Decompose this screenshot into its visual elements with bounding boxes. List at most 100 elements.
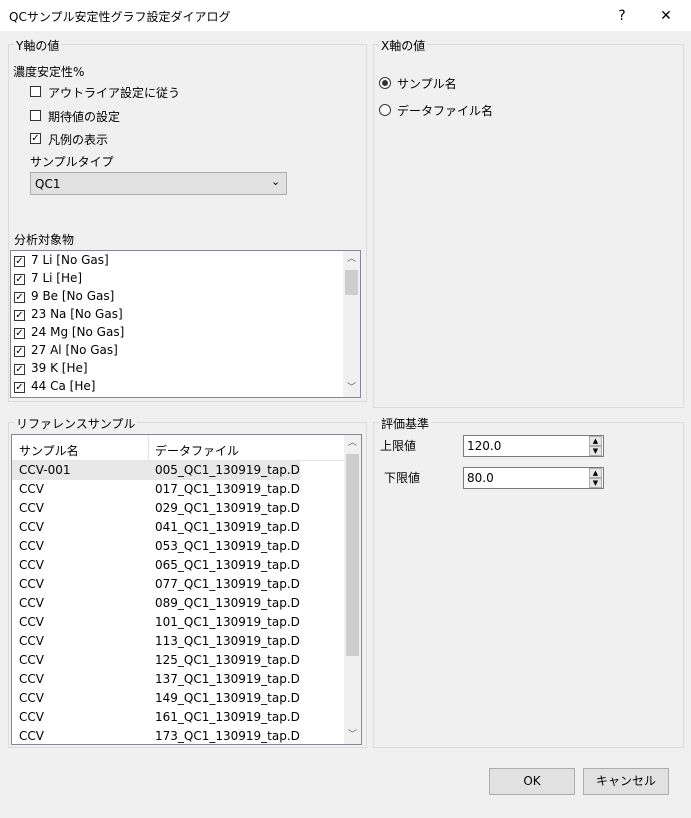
chevron-down-icon: ⌄ (271, 175, 281, 188)
lower-limit-value[interactable]: 80.0 (467, 471, 494, 485)
sample-name-cell: CCV (19, 615, 44, 629)
analyte-label: 44 Ca [He] (31, 379, 96, 393)
radio-button[interactable] (379, 77, 391, 89)
spin-up-icon[interactable]: ▲ (589, 468, 602, 478)
table-row[interactable]: CCV 017_QC1_130919_tap.D (12, 480, 300, 499)
data-file-cell: 029_QC1_130919_tap.D (155, 501, 300, 515)
checkbox[interactable]: ✓ (14, 310, 25, 321)
column-divider[interactable] (148, 435, 149, 460)
data-file-cell: 053_QC1_130919_tap.D (155, 539, 300, 553)
checkbox[interactable]: ✓ (14, 382, 25, 393)
scroll-up-icon[interactable]: ︿ (344, 435, 361, 452)
data-file-cell: 113_QC1_130919_tap.D (155, 634, 300, 648)
radio-button[interactable] (379, 104, 391, 116)
table-row[interactable]: CCV 161_QC1_130919_tap.D (12, 708, 300, 727)
column-header-data-file[interactable]: データファイル (155, 442, 239, 459)
sample-name-cell: CCV (19, 710, 44, 724)
sample-name-cell: CCV (19, 729, 44, 743)
analytes-list[interactable]: ✓ 7 Li [No Gas] ✓ 7 Li [He] ✓ 9 Be [No Gas] ✓ 2… (10, 250, 361, 398)
sample-type-dropdown[interactable]: QC1 ⌄ (30, 172, 287, 195)
reference-scroll-thumb[interactable] (346, 454, 359, 656)
table-row[interactable]: CCV 113_QC1_130919_tap.D (12, 632, 300, 651)
analyte-label: 24 Mg [No Gas] (31, 325, 125, 339)
column-header-sample-name[interactable]: サンプル名 (19, 442, 79, 459)
lower-limit-label: 下限値 (384, 471, 421, 485)
sample-name-cell: CCV-001 (19, 463, 71, 477)
data-file-cell: 065_QC1_130919_tap.D (155, 558, 300, 572)
upper-limit-value[interactable]: 120.0 (467, 439, 501, 453)
table-row[interactable]: CCV 149_QC1_130919_tap.D (12, 689, 300, 708)
criteria-group-label: 評価基準 (379, 415, 432, 432)
spin-down-icon[interactable]: ▼ (589, 446, 602, 456)
sample-name-cell: CCV (19, 539, 44, 553)
table-row[interactable]: CCV 101_QC1_130919_tap.D (12, 613, 300, 632)
data-file-cell: 041_QC1_130919_tap.D (155, 520, 300, 534)
analyte-label: 23 Na [No Gas] (31, 307, 123, 321)
help-button[interactable]: ? (612, 6, 632, 26)
data-file-cell: 161_QC1_130919_tap.D (155, 710, 300, 724)
sample-type-label: サンプルタイプ (30, 155, 114, 169)
scroll-up-icon[interactable]: ︿ (343, 251, 360, 268)
x-axis-group (373, 44, 684, 408)
scroll-down-icon[interactable]: ﹀ (344, 727, 361, 744)
sample-name-cell: CCV (19, 672, 44, 686)
sample-name-cell: CCV (19, 558, 44, 572)
table-row[interactable]: CCV 173_QC1_130919_tap.D (12, 727, 300, 744)
window-title: QCサンプル安定性グラフ設定ダイアログ (9, 10, 231, 24)
checkbox[interactable]: ✓ (14, 346, 25, 357)
upper-limit-label: 上限値 (380, 439, 417, 453)
data-file-cell: 017_QC1_130919_tap.D (155, 482, 300, 496)
checkbox[interactable]: ✓ (14, 292, 25, 303)
analytes-scroll-thumb[interactable] (345, 270, 358, 295)
checkbox[interactable]: ✓ (14, 274, 25, 285)
radio-label: データファイル名 (397, 104, 494, 118)
data-file-cell: 149_QC1_130919_tap.D (155, 691, 300, 705)
checkbox[interactable] (30, 110, 41, 121)
data-file-cell: 137_QC1_130919_tap.D (155, 672, 300, 686)
table-row[interactable]: CCV 029_QC1_130919_tap.D (12, 499, 300, 518)
table-row[interactable]: CCV 089_QC1_130919_tap.D (12, 594, 300, 613)
upper-limit-spinner[interactable]: 120.0 ▲ ▼ (463, 435, 604, 457)
radio-label: サンプル名 (397, 77, 457, 91)
table-row[interactable]: CCV 041_QC1_130919_tap.D (12, 518, 300, 537)
table-row[interactable]: CCV 053_QC1_130919_tap.D (12, 537, 300, 556)
checkbox[interactable]: ✓ (30, 133, 41, 144)
checkbox[interactable]: ✓ (14, 328, 25, 339)
ok-button[interactable]: OK (489, 768, 575, 795)
analyte-label: 7 Li [No Gas] (31, 253, 109, 267)
scroll-down-icon[interactable]: ﹀ (343, 380, 360, 397)
checkbox-label: アウトライア設定に従う (48, 86, 181, 100)
spin-up-icon[interactable]: ▲ (589, 436, 602, 446)
data-file-cell: 089_QC1_130919_tap.D (155, 596, 300, 610)
reference-table-header: サンプル名 データファイル (12, 435, 344, 461)
analytes-label: 分析対象物 (14, 233, 75, 247)
list-item[interactable]: ✓ 44 Ca [He] (11, 378, 343, 397)
analytes-scrollbar[interactable]: ︿ ﹀ (343, 251, 360, 397)
checkbox[interactable]: ✓ (14, 364, 25, 375)
table-row[interactable]: CCV 125_QC1_130919_tap.D (12, 651, 300, 670)
table-row[interactable]: CCV 065_QC1_130919_tap.D (12, 556, 300, 575)
sample-name-cell: CCV (19, 596, 44, 610)
data-file-cell: 125_QC1_130919_tap.D (155, 653, 300, 667)
checkbox[interactable]: ✓ (14, 256, 25, 267)
reference-scrollbar[interactable]: ︿ ﹀ (344, 435, 361, 744)
data-file-cell: 173_QC1_130919_tap.D (155, 729, 300, 743)
analyte-label: 27 Al [No Gas] (31, 343, 118, 357)
close-button[interactable]: ✕ (656, 6, 676, 26)
sample-name-cell: CCV (19, 634, 44, 648)
lower-limit-spinner[interactable]: 80.0 ▲ ▼ (463, 467, 604, 489)
sample-name-cell: CCV (19, 577, 44, 591)
table-row[interactable]: CCV 077_QC1_130919_tap.D (12, 575, 300, 594)
reference-table[interactable]: サンプル名 データファイル CCV-001 005_QC1_130919_tap.… (11, 434, 362, 745)
sample-name-cell: CCV (19, 501, 44, 515)
analyte-label: 7 Li [He] (31, 271, 83, 285)
table-row[interactable]: CCV-001 005_QC1_130919_tap.D (12, 461, 300, 480)
cancel-button[interactable]: キャンセル (583, 768, 669, 795)
analyte-label: 39 K [He] (31, 361, 88, 375)
y-axis-heading: 濃度安定性% (13, 65, 85, 79)
data-file-cell: 101_QC1_130919_tap.D (155, 615, 300, 629)
sample-name-cell: CCV (19, 653, 44, 667)
checkbox[interactable] (30, 86, 41, 97)
table-row[interactable]: CCV 137_QC1_130919_tap.D (12, 670, 300, 689)
spin-down-icon[interactable]: ▼ (589, 478, 602, 488)
